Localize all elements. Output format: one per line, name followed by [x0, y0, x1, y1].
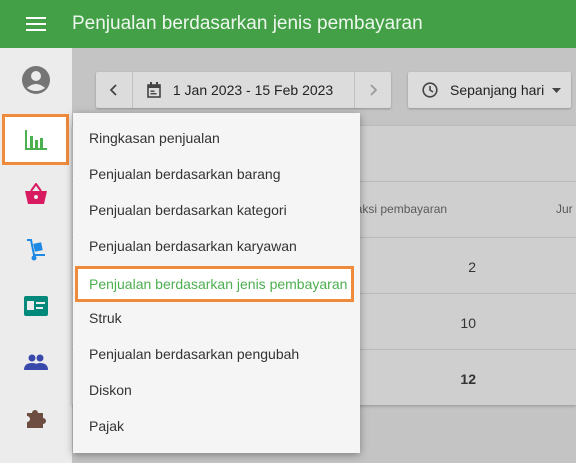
- puzzle-icon: [27, 410, 46, 428]
- menu-item-receipts[interactable]: Struk: [89, 300, 122, 336]
- people-icon: [24, 354, 48, 370]
- basket-icon: [25, 183, 47, 204]
- date-range-field[interactable]: 1 Jan 2023 - 15 Feb 2023: [133, 82, 354, 98]
- account-icon: [22, 66, 50, 94]
- app-bar: Penjualan berdasarkan jenis pembayaran: [0, 0, 576, 48]
- table-cell-transactions: 10: [460, 315, 476, 331]
- sidebar-item-account[interactable]: [0, 52, 72, 108]
- time-filter-text: Sepanjang hari: [450, 82, 545, 98]
- menu-item-sales-by-category[interactable]: Penjualan berdasarkan kategori: [89, 192, 287, 228]
- chevron-left-icon: [109, 84, 117, 96]
- sidebar-item-items[interactable]: [0, 166, 72, 222]
- menu-item-sales-by-employee[interactable]: Penjualan berdasarkan karyawan: [89, 228, 297, 264]
- menu-item-discounts[interactable]: Diskon: [89, 372, 132, 408]
- sidebar-item-integrations[interactable]: [0, 390, 72, 446]
- prev-date-button[interactable]: [96, 72, 132, 108]
- date-range-text: 1 Jan 2023 - 15 Feb 2023: [172, 82, 334, 98]
- bar-chart-icon: [24, 129, 47, 150]
- dropdown-arrow-icon: [552, 87, 562, 93]
- sidebar-item-customers[interactable]: [0, 334, 72, 390]
- menu-item-sales-by-modifier[interactable]: Penjualan berdasarkan pengubah: [89, 336, 299, 372]
- table-cell-transactions: 2: [468, 259, 476, 275]
- column-header-amount[interactable]: Jur: [556, 202, 573, 216]
- date-range-picker: 1 Jan 2023 - 15 Feb 2023: [96, 72, 391, 108]
- time-filter-select[interactable]: Sepanjang hari: [408, 72, 571, 108]
- page-title: Penjualan berdasarkan jenis pembayaran: [72, 13, 423, 34]
- menu-item-sales-by-payment-type[interactable]: Penjualan berdasarkan jenis pembayaran: [75, 266, 354, 302]
- clock-icon: [422, 82, 438, 98]
- menu-item-sales-summary[interactable]: Ringkasan penjualan: [89, 120, 220, 156]
- reports-menu: Ringkasan penjualan Penjualan berdasarka…: [73, 113, 360, 453]
- calendar-icon: [147, 82, 161, 98]
- hamburger-icon[interactable]: [0, 0, 72, 48]
- menu-item-taxes[interactable]: Pajak: [89, 408, 124, 444]
- next-date-button[interactable]: [355, 72, 391, 108]
- hand-truck-icon: [27, 239, 45, 261]
- sidebar: [0, 48, 72, 463]
- table-total-transactions: 12: [460, 371, 476, 387]
- chevron-right-icon: [370, 84, 378, 96]
- menu-item-sales-by-item[interactable]: Penjualan berdasarkan barang: [89, 156, 280, 192]
- sidebar-item-reports[interactable]: [2, 114, 69, 165]
- sidebar-item-employees[interactable]: [0, 278, 72, 334]
- id-card-icon: [24, 296, 48, 316]
- sidebar-item-inventory[interactable]: [0, 222, 72, 278]
